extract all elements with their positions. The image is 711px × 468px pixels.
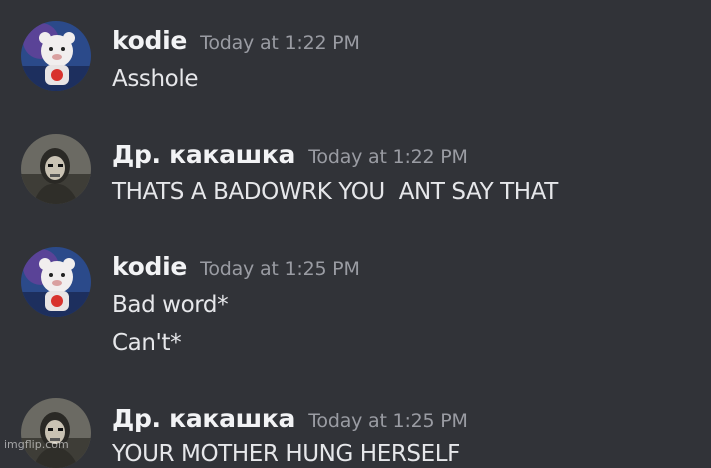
masked-soldier-avatar-icon (21, 398, 91, 468)
user-avatar[interactable] (21, 247, 91, 317)
username[interactable]: Др. какашка (112, 140, 295, 169)
username[interactable]: Др. какашка (112, 404, 295, 433)
kodie-avatar-icon (21, 21, 91, 91)
message-text: Bad word* (112, 292, 229, 318)
timestamp[interactable]: Today at 1:22 PM (308, 146, 468, 168)
masked-soldier-avatar-icon (21, 134, 91, 204)
watermark: imgflip.com (4, 438, 69, 451)
message-text: Can't* (112, 330, 182, 356)
user-avatar[interactable] (21, 134, 91, 204)
username[interactable]: kodie (112, 26, 187, 55)
message-header: Др. какашка Today at 1:22 PM (112, 140, 468, 169)
user-avatar[interactable] (21, 398, 91, 468)
username[interactable]: kodie (112, 252, 187, 281)
message-header: kodie Today at 1:22 PM (112, 26, 360, 55)
message-text: THATS A BADOWRK YOU ANT SAY THAT (112, 179, 558, 205)
user-avatar[interactable] (21, 21, 91, 91)
timestamp[interactable]: Today at 1:25 PM (200, 258, 360, 280)
message-text: Asshole (112, 66, 199, 92)
kodie-avatar-icon (21, 247, 91, 317)
message-text: YOUR MOTHER HUNG HERSELF (112, 441, 460, 467)
timestamp[interactable]: Today at 1:22 PM (200, 32, 360, 54)
message-header: Др. какашка Today at 1:25 PM (112, 404, 468, 433)
timestamp[interactable]: Today at 1:25 PM (308, 410, 468, 432)
message-header: kodie Today at 1:25 PM (112, 252, 360, 281)
